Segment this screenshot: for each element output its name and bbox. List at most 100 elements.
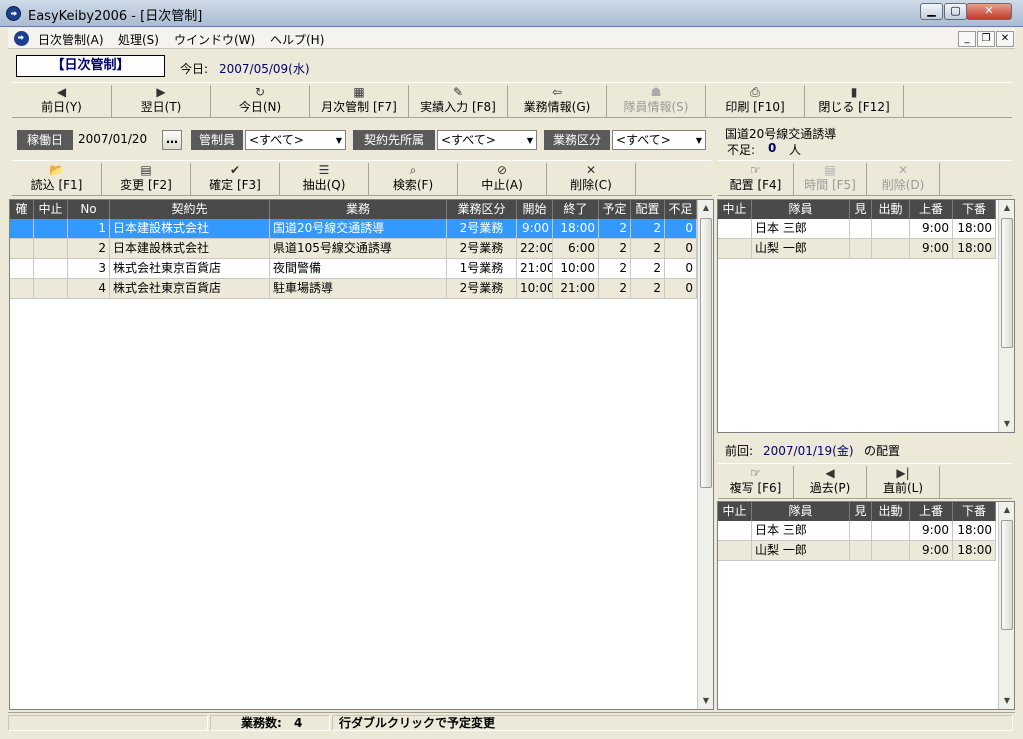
table-cell[interactable]: 9:00	[910, 239, 953, 259]
table-cell[interactable]	[850, 219, 872, 239]
task-table-scrollbar[interactable]: ▲ ▼	[697, 200, 713, 709]
previous-table-scrollbar[interactable]: ▲ ▼	[998, 502, 1014, 709]
table-cell[interactable]: 21:00	[553, 279, 599, 299]
table-cell[interactable]: 1	[68, 219, 110, 239]
column-header[interactable]: 契約先	[110, 200, 270, 219]
table-cell[interactable]: 山梨 一郎	[752, 239, 850, 259]
table-cell[interactable]	[872, 541, 910, 561]
column-header[interactable]: No	[68, 200, 110, 219]
mdi-close-button[interactable]: ✕	[996, 31, 1014, 47]
menu-window[interactable]: ウインドウ(W)	[174, 31, 255, 48]
column-header[interactable]: 終了	[553, 200, 599, 219]
scroll-up-icon[interactable]: ▲	[698, 200, 714, 216]
table-cell[interactable]: 株式会社東京百貨店	[110, 279, 270, 299]
table-cell[interactable]: 6:00	[553, 239, 599, 259]
actual-input-button[interactable]: ✎ 実績入力 [F8]	[409, 85, 508, 117]
column-header[interactable]: 上番	[910, 200, 953, 219]
table-cell[interactable]: 県道105号線交通誘導	[270, 239, 447, 259]
column-header[interactable]: 出動	[872, 502, 910, 521]
table-cell[interactable]	[10, 219, 34, 239]
column-header[interactable]: 業務	[270, 200, 447, 219]
table-cell[interactable]: 2	[631, 239, 665, 259]
table-cell[interactable]: 1号業務	[447, 259, 517, 279]
monthly-button[interactable]: ▦ 月次管制 [F7]	[310, 85, 409, 117]
table-cell[interactable]	[34, 259, 68, 279]
table-cell[interactable]: 山梨 一郎	[752, 541, 850, 561]
delete-assign-button[interactable]: ✕ 削除(D)	[867, 163, 940, 195]
menu-help[interactable]: ヘルプ(H)	[270, 31, 324, 48]
table-cell[interactable]	[34, 239, 68, 259]
table-cell[interactable]: 2号業務	[447, 279, 517, 299]
column-header[interactable]: 不足	[665, 200, 697, 219]
table-cell[interactable]: 2	[631, 259, 665, 279]
manager-select[interactable]: <すべて>	[245, 130, 346, 150]
table-cell[interactable]: 国道20号線交通誘導	[270, 219, 447, 239]
table-cell[interactable]	[850, 239, 872, 259]
table-cell[interactable]: 2	[599, 279, 631, 299]
mdi-minimize-button[interactable]: _	[958, 31, 976, 47]
table-cell[interactable]	[872, 239, 910, 259]
table-cell[interactable]: 4	[68, 279, 110, 299]
table-cell[interactable]	[872, 219, 910, 239]
table-cell[interactable]	[718, 521, 752, 541]
table-cell[interactable]: 駐車場誘導	[270, 279, 447, 299]
task-info-button[interactable]: ⇦ 業務情報(G)	[508, 85, 607, 117]
extract-button[interactable]: ☰ 抽出(Q)	[280, 163, 369, 195]
table-cell[interactable]	[718, 239, 752, 259]
table-cell[interactable]: 2号業務	[447, 239, 517, 259]
modify-button[interactable]: ▤ 変更 [F2]	[102, 163, 191, 195]
column-header[interactable]: 見	[850, 502, 872, 521]
close-button[interactable]: ✕	[966, 3, 1012, 20]
column-header[interactable]: 開始	[517, 200, 553, 219]
prev-day-button[interactable]: ◀ 前日(Y)	[12, 85, 112, 117]
table-cell[interactable]: 2	[68, 239, 110, 259]
table-cell[interactable]: 2号業務	[447, 219, 517, 239]
table-cell[interactable]: 0	[665, 279, 697, 299]
document-icon[interactable]	[14, 31, 29, 46]
table-cell[interactable]: 9:00	[517, 219, 553, 239]
print-button[interactable]: ⎙ 印刷 [F10]	[706, 85, 805, 117]
column-header[interactable]: 確	[10, 200, 34, 219]
column-header[interactable]: 予定	[599, 200, 631, 219]
maximize-button[interactable]: ▢	[944, 3, 967, 20]
scroll-down-icon[interactable]: ▼	[999, 416, 1015, 432]
mdi-restore-button[interactable]: ❐	[977, 31, 995, 47]
table-cell[interactable]: 18:00	[953, 219, 996, 239]
title-bar[interactable]: EasyKeiby2006 - [日次管制] ▁ ▢ ✕	[0, 0, 1023, 27]
table-cell[interactable]	[34, 279, 68, 299]
table-cell[interactable]	[34, 219, 68, 239]
table-cell[interactable]: 18:00	[953, 521, 996, 541]
table-cell[interactable]: 9:00	[910, 219, 953, 239]
table-cell[interactable]: 日本 三郎	[752, 521, 850, 541]
table-cell[interactable]	[718, 541, 752, 561]
scroll-thumb[interactable]	[700, 218, 712, 488]
menu-process[interactable]: 処理(S)	[118, 31, 159, 48]
table-cell[interactable]: 日本建設株式会社	[110, 219, 270, 239]
scroll-up-icon[interactable]: ▲	[999, 502, 1015, 518]
table-cell[interactable]: 日本 三郎	[752, 219, 850, 239]
search-button[interactable]: ⌕ 検索(F)	[369, 163, 458, 195]
past-button[interactable]: ◀ 過去(P)	[794, 466, 867, 498]
scroll-down-icon[interactable]: ▼	[698, 693, 714, 709]
scroll-thumb[interactable]	[1001, 520, 1013, 630]
kind-select[interactable]: <すべて>	[612, 130, 706, 150]
recent-button[interactable]: ▶| 直前(L)	[867, 466, 940, 498]
table-cell[interactable]: 2	[631, 279, 665, 299]
load-button[interactable]: 📂 読込 [F1]	[12, 163, 102, 195]
table-cell[interactable]: 10:00	[517, 279, 553, 299]
menu-daily[interactable]: 日次管制(A)	[38, 31, 104, 48]
column-header[interactable]: 隊員	[752, 200, 850, 219]
column-header[interactable]: 下番	[953, 502, 996, 521]
table-cell[interactable]: 株式会社東京百貨店	[110, 259, 270, 279]
confirm-button[interactable]: ✔ 確定 [F3]	[191, 163, 280, 195]
column-header[interactable]: 出動	[872, 200, 910, 219]
time-button[interactable]: ▤ 時間 [F5]	[794, 163, 867, 195]
copy-button[interactable]: ☞ 複写 [F6]	[718, 466, 794, 498]
column-header[interactable]: 中止	[718, 502, 752, 521]
table-cell[interactable]: 22:00	[517, 239, 553, 259]
assign-table-scrollbar[interactable]: ▲ ▼	[998, 200, 1014, 432]
table-cell[interactable]: 2	[599, 259, 631, 279]
table-cell[interactable]: 日本建設株式会社	[110, 239, 270, 259]
date-picker-button[interactable]: …	[162, 130, 182, 150]
table-cell[interactable]: 18:00	[553, 219, 599, 239]
